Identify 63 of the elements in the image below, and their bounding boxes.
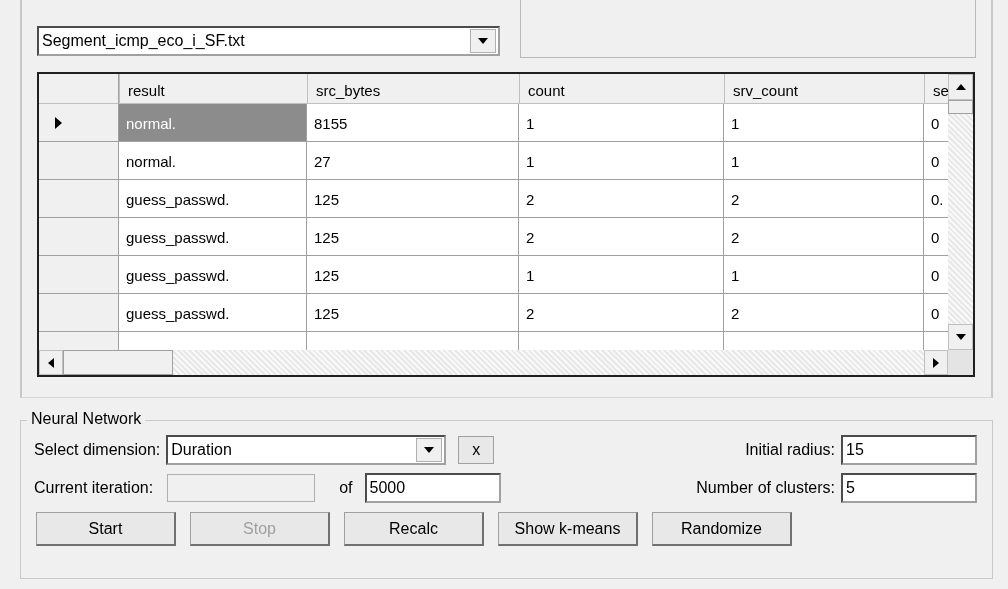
horizontal-scrollbar[interactable]: [39, 350, 948, 375]
row-header[interactable]: [39, 104, 119, 142]
table-cell: 8155: [307, 104, 519, 142]
vertical-scrollbar[interactable]: [948, 74, 973, 350]
radius-label: Initial radius:: [745, 441, 835, 459]
table-cell: 125: [307, 294, 519, 332]
table-cell: 1: [519, 142, 724, 180]
table-cell: 0.: [924, 180, 948, 218]
action-button[interactable]: Recalc: [344, 512, 484, 546]
row-header[interactable]: [39, 256, 119, 294]
dropdown-arrow-icon: [478, 38, 488, 44]
table-cell: 125: [307, 180, 519, 218]
table-cell: guess_passwd.: [119, 294, 307, 332]
scroll-left-icon: [48, 357, 54, 368]
table-cell: 1: [724, 104, 924, 142]
clear-button[interactable]: x: [458, 436, 495, 464]
table-cell: 125: [307, 256, 519, 294]
row-header[interactable]: [39, 294, 119, 332]
row-header[interactable]: [39, 218, 119, 256]
table-cell: 2: [724, 294, 924, 332]
clusters-label: Number of clusters:: [696, 479, 835, 497]
action-button[interactable]: Start: [36, 512, 176, 546]
dropdown-arrow-icon: [424, 447, 435, 453]
iteration-label: Current iteration:: [34, 479, 154, 497]
clusters-field[interactable]: 5: [841, 473, 977, 503]
scroll-down-icon: [955, 334, 966, 340]
scroll-up-icon: [955, 84, 966, 90]
table-cell: 2: [724, 180, 924, 218]
dimension-dropdown[interactable]: Duration: [166, 435, 447, 465]
table-cell: guess_passwd.: [119, 218, 307, 256]
file-dropdown[interactable]: Segment_icmp_eco_i_SF.txt: [37, 26, 500, 56]
table-cell: 27: [307, 142, 519, 180]
table-cell: 2: [519, 180, 724, 218]
table-cell: 1: [724, 142, 924, 180]
table-cell: 1: [519, 256, 724, 294]
table-cell: guess_passwd.: [119, 180, 307, 218]
table-cell: 0: [924, 104, 948, 142]
table-cell: 1: [724, 256, 924, 294]
table-cell: 2: [519, 294, 724, 332]
table-cell: 0: [924, 218, 948, 256]
current-row-icon: [55, 116, 62, 129]
table-cell: guess_passwd.: [119, 256, 307, 294]
action-button[interactable]: Randomize: [652, 512, 792, 546]
table-cell: 0: [924, 256, 948, 294]
action-button[interactable]: Show k-means: [498, 512, 638, 546]
iterations-field[interactable]: 5000: [364, 473, 501, 503]
scroll-thumb[interactable]: [948, 100, 973, 114]
scroll-right-icon: [933, 357, 939, 368]
table-cell: 1: [519, 104, 724, 142]
table-cell: normal.: [119, 104, 307, 142]
dimension-label: Select dimension:: [34, 441, 161, 459]
table-cell: 125: [307, 218, 519, 256]
table-cell: 0: [924, 142, 948, 180]
row-header[interactable]: [39, 180, 119, 218]
scroll-thumb[interactable]: [63, 350, 173, 375]
table-cell: normal.: [119, 142, 307, 180]
table-cell: 0: [924, 294, 948, 332]
table-cell: 2: [519, 218, 724, 256]
of-label: of: [339, 479, 353, 497]
scrollbar-corner: [948, 350, 973, 375]
radius-field[interactable]: 15: [841, 435, 977, 465]
table-cell: 2: [724, 218, 924, 256]
row-header[interactable]: [39, 142, 119, 180]
